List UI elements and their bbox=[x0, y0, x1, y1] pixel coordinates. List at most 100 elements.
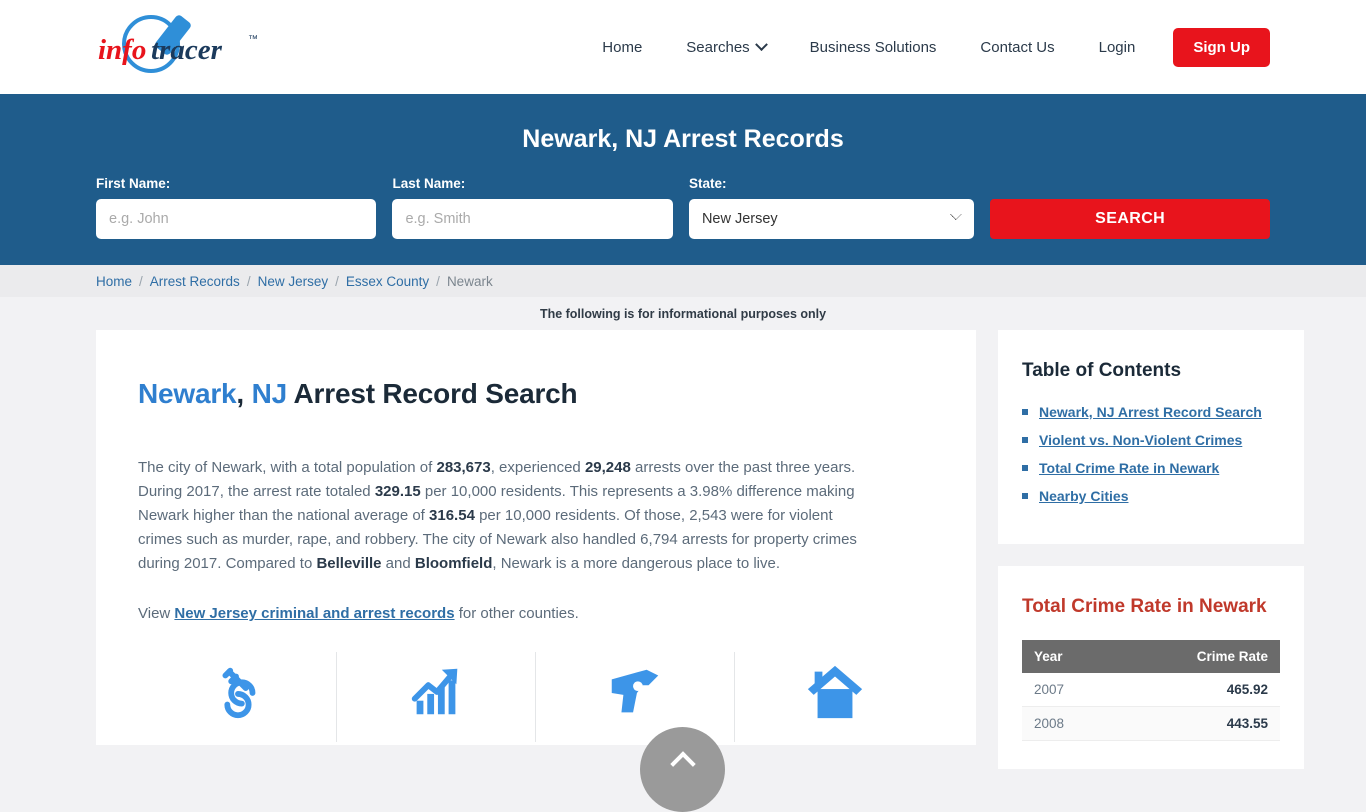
toc-link-arrest-record-search[interactable]: Newark, NJ Arrest Record Search bbox=[1039, 404, 1262, 420]
icon-cell-violent-crimes[interactable] bbox=[536, 652, 735, 742]
breadcrumb-item-home[interactable]: Home bbox=[96, 274, 132, 289]
breadcrumb-item-essex-county[interactable]: Essex County bbox=[346, 274, 429, 289]
main-navigation: Home Searches Business Solutions Contact… bbox=[580, 27, 1270, 67]
first-name-field-group: First Name: bbox=[96, 176, 377, 239]
state-label: State: bbox=[688, 176, 727, 191]
nav-item-label: Login bbox=[1098, 38, 1136, 56]
handgun-icon bbox=[611, 669, 659, 713]
nav-item-home[interactable]: Home bbox=[580, 39, 664, 56]
banner-title: Newark, NJ Arrest Records bbox=[522, 125, 844, 153]
cell-crime-rate: 465.92 bbox=[1115, 673, 1280, 707]
first-name-input[interactable] bbox=[96, 199, 377, 239]
growth-chart-icon bbox=[411, 668, 458, 715]
nav-item-searches[interactable]: Searches bbox=[664, 37, 787, 56]
toc-list-item[interactable]: Violent vs. Non-Violent Crimes bbox=[1022, 432, 1280, 448]
first-name-label: First Name: bbox=[96, 176, 171, 191]
breadcrumb-item-arrest-records[interactable]: Arrest Records bbox=[150, 274, 240, 289]
column-header-year: Year bbox=[1022, 640, 1116, 673]
sign-up-button[interactable]: Sign Up bbox=[1173, 27, 1270, 67]
breadcrumb-separator: / bbox=[436, 273, 440, 289]
square-bullet-icon bbox=[1022, 465, 1028, 471]
total-crime-rate-heading: Total Crime Rate in Newark bbox=[1022, 596, 1267, 617]
state-field-group: State: New Jersey bbox=[688, 176, 975, 239]
breadcrumb-item-new-jersey[interactable]: New Jersey bbox=[258, 274, 329, 289]
state-select[interactable]: New Jersey bbox=[688, 199, 975, 239]
sidebar: Table of Contents Newark, NJ Arrest Reco… bbox=[998, 330, 1304, 791]
nav-item-login[interactable]: Login bbox=[1077, 39, 1158, 56]
icon-cell-arrests[interactable] bbox=[138, 652, 337, 742]
table-of-contents-card: Table of Contents Newark, NJ Arrest Reco… bbox=[998, 330, 1304, 544]
svg-text:tracer: tracer bbox=[151, 34, 223, 66]
page-body: Newark, NJ Arrest Record Search The city… bbox=[0, 330, 1366, 791]
infotracer-logo[interactable]: info tracer ™ bbox=[96, 12, 276, 82]
text-segment: , Newark is a more dangerous place to li… bbox=[492, 555, 781, 572]
last-name-field-group: Last Name: bbox=[392, 176, 673, 239]
logo-graphic: info tracer ™ bbox=[98, 15, 258, 73]
summary-paragraph: The city of Newark, with a total populat… bbox=[138, 456, 868, 576]
page-title-state: NJ bbox=[251, 378, 288, 409]
breadcrumb: Home / Arrest Records / New Jersey / Ess… bbox=[0, 265, 1366, 297]
cell-crime-rate: 443.55 bbox=[1115, 706, 1280, 741]
breadcrumb-separator: / bbox=[246, 273, 251, 289]
handcuffs-icon bbox=[222, 667, 256, 719]
site-header: info tracer ™ Home Searches Business Sol… bbox=[0, 0, 1366, 94]
scroll-to-top-button[interactable] bbox=[640, 727, 725, 812]
page-title-city: Newark bbox=[138, 378, 237, 409]
text-segment: and bbox=[381, 555, 415, 572]
crime-rate-table: Year Crime Rate 2007 465.92 2008 443.55 bbox=[1022, 640, 1280, 741]
toc-link-total-crime-rate[interactable]: Total Crime Rate in Newark bbox=[1039, 460, 1219, 476]
disclaimer-text: The following is for informational purpo… bbox=[539, 307, 827, 321]
search-button[interactable]: SEARCH bbox=[990, 199, 1270, 239]
nav-item-label: Business Solutions bbox=[809, 38, 937, 56]
svg-text:™: ™ bbox=[248, 34, 258, 45]
cell-year: 2007 bbox=[1022, 673, 1116, 707]
table-of-contents-title: Table of Contents bbox=[1022, 360, 1182, 381]
breadcrumb-separator: / bbox=[139, 273, 143, 289]
search-form: First Name: Last Name: State: New Jersey… bbox=[96, 176, 1270, 239]
toc-link-violent-vs-nonviolent[interactable]: Violent vs. Non-Violent Crimes bbox=[1039, 432, 1242, 448]
nav-item-business-solutions[interactable]: Business Solutions bbox=[788, 39, 959, 56]
search-banner: Newark, NJ Arrest Records First Name: La… bbox=[0, 94, 1366, 265]
text-segment: The city of Newark, with a total populat… bbox=[138, 459, 437, 476]
article-card: Newark, NJ Arrest Record Search The city… bbox=[96, 330, 976, 745]
breadcrumb-item-newark: Newark bbox=[446, 273, 493, 289]
table-row: 2007 465.92 bbox=[1022, 673, 1280, 707]
icon-cell-property-crimes[interactable] bbox=[735, 652, 934, 742]
new-jersey-records-link[interactable]: New Jersey criminal and arrest records bbox=[174, 605, 454, 622]
arrests-value: 29,248 bbox=[584, 459, 631, 476]
square-bullet-icon bbox=[1022, 493, 1028, 499]
population-value: 283,673 bbox=[436, 459, 491, 476]
toc-list-item[interactable]: Newark, NJ Arrest Record Search bbox=[1022, 404, 1280, 420]
table-row: 2008 443.55 bbox=[1022, 706, 1280, 741]
cell-year: 2008 bbox=[1022, 706, 1116, 741]
toc-list-item[interactable]: Nearby Cities bbox=[1022, 488, 1280, 504]
breadcrumb-separator: / bbox=[335, 273, 339, 289]
nav-item-contact-us[interactable]: Contact Us bbox=[958, 39, 1076, 56]
icon-cell-crime-rate[interactable] bbox=[337, 652, 536, 742]
column-header-crime-rate: Crime Rate bbox=[1115, 640, 1280, 673]
square-bullet-icon bbox=[1022, 409, 1028, 415]
toc-list-item[interactable]: Total Crime Rate in Newark bbox=[1022, 460, 1280, 476]
view-records-paragraph: View New Jersey criminal and arrest reco… bbox=[138, 602, 868, 626]
nav-item-label: Contact Us bbox=[980, 38, 1055, 56]
crime-rate-table-body: 2007 465.92 2008 443.55 bbox=[1022, 673, 1280, 741]
arrest-rate-value: 329.15 bbox=[374, 483, 421, 500]
house-icon bbox=[807, 665, 862, 719]
chevron-up-icon bbox=[669, 751, 696, 777]
nearby-city-belleville: Belleville bbox=[316, 555, 382, 572]
page-title: Newark, NJ Arrest Record Search bbox=[138, 378, 934, 410]
svg-text:info: info bbox=[98, 34, 146, 66]
category-icon-strip bbox=[138, 652, 934, 742]
chevron-down-icon bbox=[754, 37, 768, 51]
text-segment: View bbox=[138, 605, 175, 622]
page-title-rest: Arrest Record Search bbox=[287, 378, 578, 409]
square-bullet-icon bbox=[1022, 437, 1028, 443]
table-of-contents-list: Newark, NJ Arrest Record Search Violent … bbox=[1022, 404, 1280, 504]
last-name-input[interactable] bbox=[392, 199, 673, 239]
text-segment: , experienced bbox=[490, 459, 585, 476]
national-average-value: 316.54 bbox=[429, 507, 475, 524]
total-crime-rate-card: Total Crime Rate in Newark Year Crime Ra… bbox=[998, 566, 1304, 769]
table-header-row: Year Crime Rate bbox=[1022, 640, 1280, 673]
nearby-city-bloomfield: Bloomfield bbox=[414, 555, 493, 572]
toc-link-nearby-cities[interactable]: Nearby Cities bbox=[1039, 488, 1128, 504]
